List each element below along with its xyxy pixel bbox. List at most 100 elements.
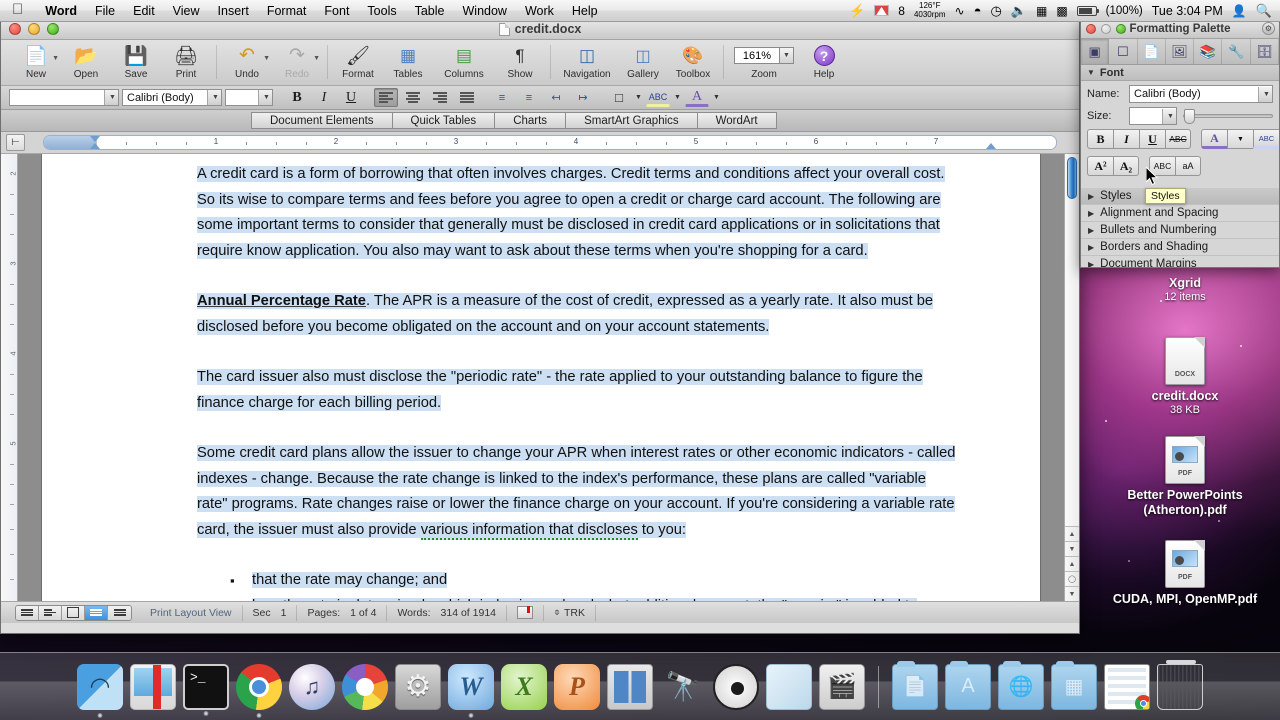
toolbar-columns-button[interactable]: ▤ Columns [433, 43, 495, 81]
chevron-down-icon[interactable]: ▼ [207, 90, 221, 105]
google-chrome-dock-icon[interactable] [236, 663, 282, 718]
zoom-value[interactable]: 161% [734, 47, 780, 64]
print-layout-view-icon[interactable] [85, 605, 108, 620]
toolbar-navigation-button[interactable]: ◫ Navigation [556, 43, 618, 81]
document-page[interactable]: A credit card is a form of borrowing tha… [41, 154, 1041, 601]
scrollbar-thumb[interactable] [1067, 157, 1077, 199]
microsoft-word-dock-icon[interactable] [448, 663, 494, 718]
menu-item-insert[interactable]: Insert [209, 0, 258, 22]
toolbar-new-button[interactable]: 📄 ▼ New [11, 43, 61, 81]
page-scroll-region[interactable]: A credit card is a form of borrowing tha… [18, 154, 1064, 601]
documents-folder-dock-icon[interactable]: 📄 [892, 660, 938, 710]
subscript-button[interactable]: A₂ [1113, 156, 1139, 176]
bulleted-list-icon[interactable]: ≡ [517, 88, 541, 107]
palette-font-name-select[interactable]: Calibri (Body) ▼ [1129, 85, 1273, 103]
tab-document-elements[interactable]: Document Elements [251, 112, 393, 129]
toolbar-show-button[interactable]: ¶ Show [495, 43, 545, 81]
scroll-down-button[interactable]: ▼ [1065, 541, 1079, 556]
horizontal-ruler[interactable]: 1 2 3 4 5 6 7 [43, 135, 1057, 150]
palette-titlebar[interactable]: Formatting Palette ⚙ [1081, 19, 1279, 39]
gmail-icon[interactable] [874, 0, 890, 22]
font-color-icon[interactable]: A [685, 88, 709, 107]
first-line-indent-marker[interactable] [90, 136, 100, 142]
toolbar-zoom-control[interactable]: 161% ▼ Zoom [729, 43, 799, 80]
list-item[interactable]: how the rate is determined - which index… [230, 594, 960, 601]
menu-item-work[interactable]: Work [516, 0, 563, 22]
toolbar-format-button[interactable]: 🖌 Format [333, 43, 383, 81]
tab-charts[interactable]: Charts [495, 112, 567, 129]
window-titlebar[interactable]: credit.docx [1, 19, 1079, 40]
toolbar-save-button[interactable]: 💾 Save [111, 43, 161, 81]
toolbar-open-button[interactable]: 📂 Open [61, 43, 111, 81]
tab-quick-tables[interactable]: Quick Tables [392, 112, 496, 129]
desktop-icon-cuda-mpi-openmp-pdf[interactable]: PDF CUDA, MPI, OpenMP.pdf [1110, 540, 1260, 607]
border-icon[interactable]: □ [607, 88, 631, 107]
superscript-button[interactable]: A² [1087, 156, 1113, 176]
chevron-down-icon[interactable]: ▼ [258, 90, 272, 105]
remote-desktop-dock-icon[interactable] [130, 663, 176, 710]
change-case-button[interactable]: aA [1175, 156, 1201, 176]
internet-folder-dock-icon[interactable]: 🌐 [998, 660, 1044, 710]
toolbar-tables-button[interactable]: ▦ Tables [383, 43, 433, 81]
cube-app-dock-icon[interactable] [766, 663, 812, 710]
toolbar-toolbox-button[interactable]: 🎨 Toolbox [668, 43, 718, 81]
style-select[interactable]: ▼ [9, 89, 119, 106]
chevron-down-icon[interactable]: ▼ [1258, 86, 1272, 102]
chevron-down-icon[interactable]: ▼ [780, 47, 794, 64]
numbered-list-icon[interactable]: ≡ [490, 88, 514, 107]
tab-scrapbook-tools[interactable]: 🔧 [1222, 39, 1251, 64]
tab-wordart[interactable]: WordArt [697, 112, 777, 129]
microsoft-excel-dock-icon[interactable] [501, 663, 547, 710]
split-view-dock-icon[interactable] [607, 663, 653, 710]
track-changes-cell[interactable]: ⌽ TRK [544, 604, 596, 621]
underline-button[interactable]: U [339, 88, 363, 107]
bookmark-icon[interactable] [517, 606, 533, 619]
trash-dock-icon[interactable] [1157, 659, 1203, 710]
picasa-dock-icon[interactable] [342, 663, 388, 710]
chevron-down-icon[interactable]: ▼ [1162, 108, 1176, 124]
displays-icon[interactable]: ▩ [1056, 0, 1067, 22]
bold-button[interactable]: B [285, 88, 309, 107]
highlight-button[interactable]: ABC [1253, 129, 1279, 149]
palette-section-document-margins[interactable]: ▶ Document Margins [1081, 256, 1279, 267]
system-preferences-dock-icon[interactable] [395, 663, 441, 710]
palette-section-font-header[interactable]: ▼ Font [1081, 65, 1279, 81]
select-browse-object-button[interactable]: ◯ [1065, 571, 1079, 586]
menu-item-word[interactable]: Word [36, 0, 86, 22]
windows-folder-dock-icon[interactable]: ▦ [1051, 660, 1097, 710]
menu-item-file[interactable]: File [86, 0, 124, 22]
menu-item-table[interactable]: Table [406, 0, 454, 22]
menu-item-font[interactable]: Font [315, 0, 358, 22]
menu-item-view[interactable]: View [164, 0, 209, 22]
font-size-slider[interactable] [1183, 109, 1273, 124]
menu-item-tools[interactable]: Tools [358, 0, 405, 22]
draft-view-icon[interactable] [16, 605, 39, 620]
chevron-down-icon[interactable]: ▼ [634, 94, 643, 101]
menu-item-help[interactable]: Help [563, 0, 607, 22]
wifi-icon[interactable]: ◓ [974, 0, 982, 22]
battery-icon[interactable] [1076, 0, 1100, 22]
slider-handle[interactable] [1184, 109, 1195, 124]
underline-button[interactable]: U [1139, 129, 1165, 149]
terminal-dock-icon[interactable] [183, 663, 229, 716]
toolbar-help-button[interactable]: ? Help [799, 43, 849, 80]
chevron-down-icon[interactable]: ▼ [712, 94, 721, 101]
action-gear-icon[interactable]: ⚙ [1262, 22, 1275, 35]
list-item[interactable]: that the rate may change; and [230, 568, 960, 594]
menu-clock[interactable]: Tue 3:04 PM [1152, 4, 1223, 18]
eye-app-dock-icon[interactable] [713, 663, 759, 710]
font-color-menu-button[interactable]: ▼ [1227, 129, 1253, 149]
tab-citations-palette[interactable]: 📚 [1194, 39, 1223, 64]
hanging-indent-marker[interactable] [90, 143, 100, 149]
minimized-window-dock-icon[interactable] [1104, 663, 1150, 710]
script-menu-icon[interactable]: ⚡ [849, 0, 865, 22]
decrease-indent-icon[interactable]: ↤ [544, 88, 568, 107]
outline-view-icon[interactable] [39, 605, 62, 620]
strikethrough-button[interactable]: ABC [1165, 129, 1191, 149]
tab-document-palette[interactable]: 📄 [1138, 39, 1166, 64]
notebook-view-icon[interactable] [108, 605, 131, 620]
telescope-dock-icon[interactable] [660, 664, 706, 710]
highlight-color-icon[interactable]: ABC [646, 88, 670, 107]
time-machine-icon[interactable]: ◷ [990, 0, 1001, 22]
next-page-button[interactable]: ▼ [1065, 586, 1079, 601]
